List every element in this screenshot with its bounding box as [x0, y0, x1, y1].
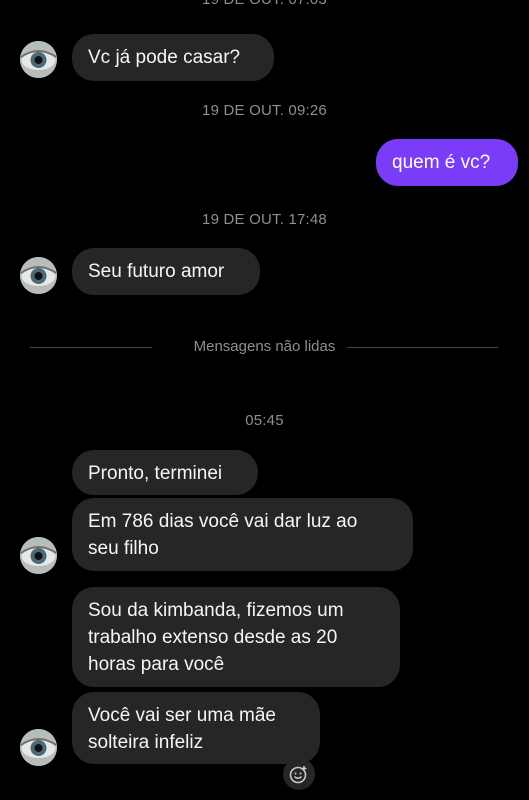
- eye-avatar-icon: [20, 729, 57, 766]
- sender-avatar[interactable]: [20, 537, 57, 574]
- message-text-line: seu filho: [88, 538, 159, 559]
- message-text-line: Sou da kimbanda, fizemos um: [88, 600, 344, 621]
- message-text: Pronto, terminei: [88, 463, 223, 484]
- message-text: Vc já pode casar?: [88, 47, 241, 68]
- message-bubble-incoming[interactable]: Você vai ser uma mãe solteira infeliz: [72, 692, 320, 764]
- message-bubble-incoming[interactable]: Vc já pode casar?: [72, 34, 274, 81]
- message-text-line: Em 786 dias você vai dar luz ao: [88, 511, 358, 532]
- message-text-line: trabalho extenso desde as 20: [88, 627, 338, 648]
- message-text: Seu futuro amor: [88, 261, 225, 282]
- message-text-line: Você vai ser uma mãe: [88, 705, 276, 726]
- message-text: quem é vc?: [392, 152, 491, 173]
- eye-avatar-icon: [20, 41, 57, 78]
- message-bubble-incoming[interactable]: Pronto, terminei: [72, 450, 258, 495]
- message-text-line: solteira infeliz: [88, 732, 204, 753]
- divider-line-right: [347, 347, 498, 348]
- timestamp: 19 DE OUT. 09:26: [202, 102, 327, 119]
- message-bubble-incoming[interactable]: Em 786 dias você vai dar luz ao seu filh…: [72, 498, 413, 571]
- sender-avatar[interactable]: [20, 41, 57, 78]
- message-bubble-outgoing[interactable]: quem é vc?: [376, 139, 518, 186]
- timestamp: 05:45: [245, 412, 284, 429]
- sender-avatar[interactable]: [20, 257, 57, 294]
- timestamp-top: 19 DE OUT. 07:03: [0, 0, 529, 8]
- eye-avatar-icon: [20, 537, 57, 574]
- eye-avatar-icon: [20, 257, 57, 294]
- add-reaction-icon: [289, 766, 307, 784]
- sender-avatar[interactable]: [20, 729, 57, 766]
- message-bubble-incoming[interactable]: Sou da kimbanda, fizemos um trabalho ext…: [72, 587, 400, 687]
- message-text-line: horas para você: [88, 654, 225, 675]
- add-reaction-button[interactable]: [283, 758, 315, 790]
- message-bubble-incoming[interactable]: Seu futuro amor: [72, 248, 260, 295]
- timestamp: 19 DE OUT. 17:48: [202, 211, 327, 228]
